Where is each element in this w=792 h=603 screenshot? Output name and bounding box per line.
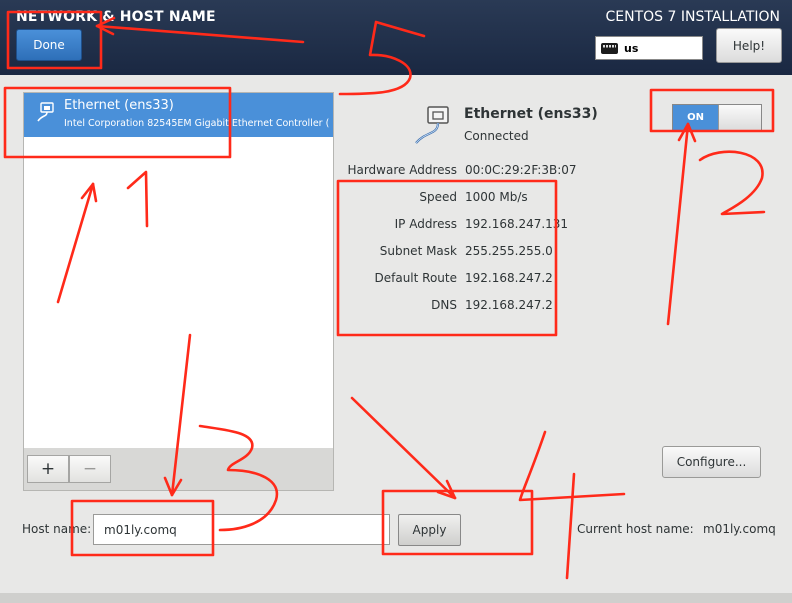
keyboard-layout-label: us [624, 41, 639, 55]
ip-address-value: 192.168.247.131 [465, 217, 569, 231]
keyboard-layout-indicator[interactable]: us [595, 36, 703, 60]
speed-label: Speed [419, 190, 457, 204]
subnet-mask-label: Subnet Mask [379, 244, 457, 258]
configure-button[interactable]: Configure... [662, 446, 761, 478]
ethernet-icon [415, 106, 449, 144]
device-list-item-ens33[interactable]: Ethernet (ens33) Intel Corporation 82545… [24, 93, 333, 137]
device-list-item-description: Intel Corporation 82545EM Gigabit Ethern… [64, 118, 330, 129]
apply-button[interactable]: Apply [398, 514, 461, 546]
remove-device-button[interactable]: − [69, 455, 111, 483]
device-name: Ethernet (ens33) [464, 106, 598, 122]
spoke-title: NETWORK & HOST NAME [16, 9, 216, 25]
default-route-label: Default Route [374, 271, 458, 285]
header-bar: NETWORK & HOST NAME CENTOS 7 INSTALLATIO… [0, 0, 792, 75]
host-name-label: Host name: [22, 522, 92, 536]
bottom-status-strip [0, 593, 792, 603]
annotation-digit-2 [698, 150, 766, 216]
default-route-value: 192.168.247.2 [465, 271, 553, 285]
device-list: Ethernet (ens33) Intel Corporation 82545… [23, 92, 334, 449]
done-button[interactable]: Done [16, 29, 82, 61]
help-button[interactable]: Help! [716, 28, 782, 63]
annotation-arrow-4 [350, 396, 457, 500]
current-host-name-value: m01ly.comq [703, 522, 776, 536]
dns-label: DNS [431, 298, 457, 312]
device-list-item-name: Ethernet (ens33) [64, 98, 174, 113]
switch-on-label: ON [673, 105, 718, 130]
subnet-mask-value: 255.255.255.0 [465, 244, 553, 258]
switch-knob [718, 105, 761, 130]
speed-value: 1000 Mb/s [465, 190, 528, 204]
device-status: Connected [464, 129, 529, 143]
keyboard-icon [601, 42, 618, 54]
dns-value: 192.168.247.2 [465, 298, 553, 312]
hardware-address-value: 00:0C:29:2F:3B:07 [465, 163, 577, 177]
device-on-off-switch[interactable]: ON [672, 104, 762, 131]
add-device-button[interactable]: + [27, 455, 69, 483]
annotation-arrow-2 [666, 122, 697, 326]
hardware-address-label: Hardware Address [347, 163, 457, 177]
device-list-toolbar: + − [23, 448, 334, 491]
ethernet-icon [37, 102, 54, 122]
install-title: CENTOS 7 INSTALLATION [605, 9, 780, 25]
ip-address-label: IP Address [394, 217, 457, 231]
annotation-digit-4 [518, 430, 626, 580]
host-name-input[interactable] [93, 514, 390, 545]
current-host-name-label: Current host name: [577, 522, 694, 536]
